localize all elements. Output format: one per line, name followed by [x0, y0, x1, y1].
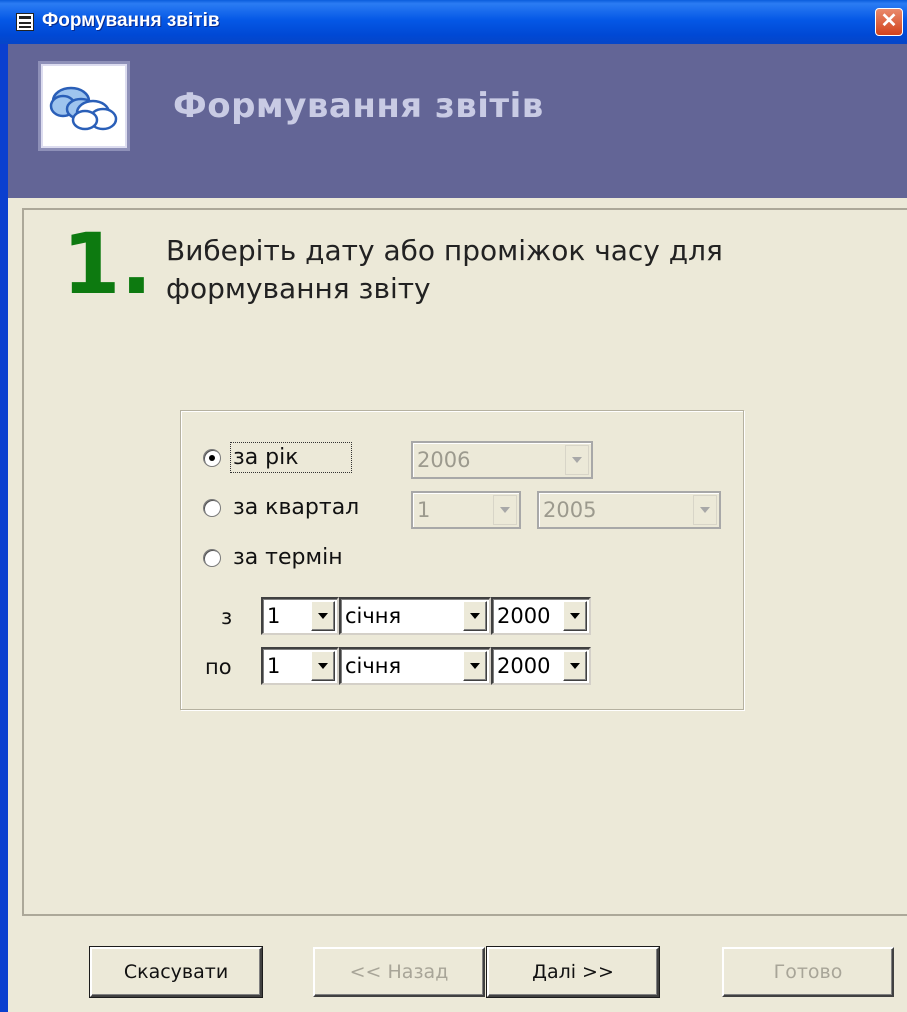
header-title: Формування звітів: [173, 86, 544, 126]
to-month-select[interactable]: січня: [339, 647, 491, 685]
chevron-down-icon[interactable]: [693, 495, 717, 525]
option-year-label[interactable]: за рік: [230, 442, 352, 473]
to-month-value: січня: [345, 654, 402, 678]
finish-button[interactable]: Готово: [722, 947, 894, 997]
cancel-button[interactable]: Скасувати: [90, 947, 262, 997]
report-wizard-window: Формування звітів ✕ Формування звітів 1.…: [0, 0, 907, 1012]
close-button[interactable]: ✕: [875, 8, 903, 36]
window-frame-left: [0, 44, 8, 1012]
year-select-value: 2006: [417, 448, 471, 472]
option-term-row[interactable]: за термін: [203, 545, 343, 570]
next-button[interactable]: Далі >>: [487, 947, 659, 997]
chevron-down-icon[interactable]: [463, 601, 487, 631]
clouds-icon: [38, 61, 130, 151]
chevron-down-icon[interactable]: [493, 495, 517, 525]
to-year-value: 2000: [497, 654, 551, 678]
year-select[interactable]: 2006: [411, 441, 593, 479]
window-title: Формування звітів: [42, 10, 220, 31]
from-label: з: [221, 605, 233, 629]
step-instruction: Виберіть дату або проміжок часу для форм…: [166, 234, 723, 305]
radio-term[interactable]: [203, 548, 221, 567]
option-quarter-label[interactable]: за квартал: [233, 495, 359, 520]
quarter-year-select[interactable]: 2005: [537, 491, 721, 529]
wizard-header: Формування звітів: [8, 44, 907, 198]
chevron-down-icon[interactable]: [565, 445, 589, 475]
chevron-down-icon[interactable]: [311, 601, 335, 631]
from-month-select[interactable]: січня: [339, 597, 491, 635]
option-quarter-row[interactable]: за квартал: [203, 495, 359, 520]
radio-quarter[interactable]: [203, 498, 221, 517]
quarter-select[interactable]: 1: [411, 491, 521, 529]
chevron-down-icon[interactable]: [563, 651, 587, 681]
option-year-row[interactable]: за рік: [203, 442, 352, 473]
to-year-select[interactable]: 2000: [491, 647, 591, 685]
chevron-down-icon[interactable]: [463, 651, 487, 681]
period-options-group: за рік 2006 за квартал 1 2005 за термін: [180, 410, 744, 710]
chevron-down-icon[interactable]: [311, 651, 335, 681]
from-month-value: січня: [345, 604, 402, 628]
back-button[interactable]: << Назад: [313, 947, 485, 997]
quarter-select-value: 1: [417, 498, 431, 522]
wizard-content: 1. Виберіть дату або проміжок часу для ф…: [22, 208, 907, 916]
quarter-year-select-value: 2005: [543, 498, 597, 522]
option-term-label[interactable]: за термін: [233, 545, 343, 570]
to-label: по: [205, 655, 232, 679]
step-number: 1.: [62, 215, 153, 313]
from-day-value: 1: [267, 604, 281, 628]
from-year-value: 2000: [497, 604, 551, 628]
chevron-down-icon[interactable]: [563, 601, 587, 631]
form-window-icon: [16, 13, 34, 31]
from-year-select[interactable]: 2000: [491, 597, 591, 635]
from-day-select[interactable]: 1: [261, 597, 339, 635]
radio-year[interactable]: [203, 448, 221, 467]
to-day-value: 1: [267, 654, 281, 678]
to-day-select[interactable]: 1: [261, 647, 339, 685]
title-bar[interactable]: Формування звітів ✕: [0, 0, 907, 44]
